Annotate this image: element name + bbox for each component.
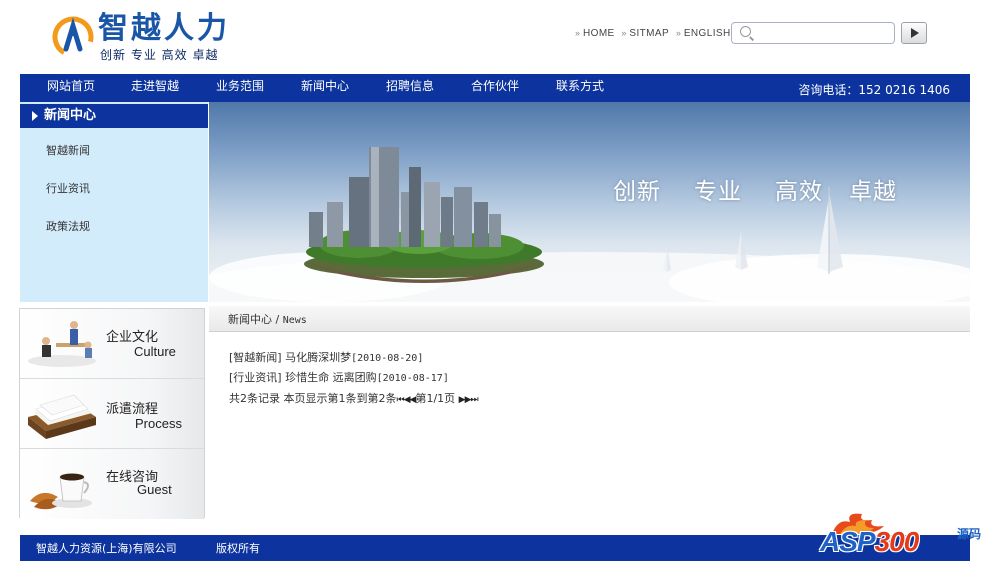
- sidebar-subnav: 新闻中心 智越新闻 行业资讯 政策法规: [20, 102, 208, 302]
- main-nav: 网站首页 走进智越 业务范围 新闻中心 招聘信息 合作伙伴 联系方式 咨询电话：…: [20, 74, 970, 102]
- pager-page-info: 第1/1页: [415, 392, 456, 405]
- footer-rights: 版权所有: [216, 542, 260, 555]
- next-page-icon[interactable]: ▶▶: [459, 395, 472, 405]
- slogan-2: 专业: [694, 179, 742, 205]
- pagination: 共2条记录 本页显示第1条到第2条⏮◀◀第1/1页 ▶▶⏭: [229, 390, 479, 406]
- breadcrumb-separator: /: [275, 313, 280, 326]
- asp300-watermark: ASP300 源码: [820, 508, 992, 562]
- feature-culture-en: Culture: [134, 344, 176, 359]
- sidebar-item-policies[interactable]: 政策法规: [46, 218, 90, 234]
- nav-item-news[interactable]: 新闻中心: [301, 77, 349, 94]
- watermark-digits: 300: [874, 526, 920, 557]
- news-title[interactable]: 马化腾深圳梦: [285, 351, 351, 364]
- logo-tagline: 创新 专业 高效 卓越: [100, 48, 219, 62]
- breadcrumb-en: News: [282, 315, 307, 326]
- search-icon: [740, 26, 751, 37]
- meeting-icon: [28, 321, 96, 367]
- first-page-icon[interactable]: ⏮: [397, 395, 405, 405]
- feature-process-en: Process: [135, 416, 182, 431]
- breadcrumb-section[interactable]: 新闻中心: [228, 313, 272, 326]
- news-category: [智越新闻]: [229, 351, 282, 364]
- watermark-cn: 源码: [957, 527, 982, 541]
- site-logo[interactable]: 智越人力 创新 专业 高效 卓越: [52, 12, 252, 64]
- prev-page-icon[interactable]: ◀◀: [404, 395, 417, 405]
- list-item[interactable]: [行业资讯] 珍惜生命 远离团购[2010-08-17]: [229, 369, 449, 385]
- sidebar-item-industry-news[interactable]: 行业资讯: [46, 180, 90, 196]
- nav-item-contact[interactable]: 联系方式: [556, 77, 604, 94]
- watermark-text: ASP300: [820, 526, 920, 558]
- documents-tray-icon: [28, 394, 96, 439]
- news-date: [2010-08-20]: [351, 353, 424, 364]
- slogan-4: 卓越: [849, 179, 897, 205]
- slogan-3: 高效: [775, 179, 823, 205]
- nav-item-home[interactable]: 网站首页: [47, 77, 95, 94]
- english-link[interactable]: ENGLISH: [684, 28, 731, 39]
- last-page-icon[interactable]: ⏭: [471, 395, 479, 405]
- pager-summary: 共2条记录 本页显示第1条到第2条: [229, 392, 397, 405]
- search-box[interactable]: [731, 22, 895, 44]
- list-item[interactable]: [智越新闻] 马化腾深圳梦[2010-08-20]: [229, 349, 423, 365]
- feature-process[interactable]: 派遣流程 Process: [20, 379, 204, 449]
- news-title[interactable]: 珍惜生命 远离团购: [285, 371, 377, 384]
- sitemap-link[interactable]: SITMAP: [629, 28, 669, 39]
- logo-mark-icon: [52, 16, 94, 58]
- hotline-text: 咨询电话：152 0216 1406: [798, 83, 950, 97]
- news-date: [2010-08-17]: [376, 373, 449, 384]
- double-chevron-icon: »: [575, 28, 581, 38]
- logo-title: 智越人力: [98, 11, 230, 46]
- nav-item-about[interactable]: 走进智越: [131, 77, 179, 94]
- news-category: [行业资讯]: [229, 371, 282, 384]
- breadcrumb: 新闻中心 / News: [228, 311, 307, 327]
- feature-process-cn: 派遣流程: [106, 402, 159, 417]
- slogan-1: 创新: [613, 179, 661, 205]
- sidebar-title: 新闻中心: [20, 104, 208, 128]
- feature-guest[interactable]: 在线咨询 Guest: [20, 449, 204, 519]
- search-button[interactable]: [901, 22, 927, 44]
- hero-banner: 创新 专业 高效 卓越: [209, 102, 970, 302]
- top-links: » HOME » SITMAP » ENGLISH: [575, 28, 735, 39]
- breadcrumb-bar: 新闻中心 / News: [209, 306, 970, 332]
- nav-item-jobs[interactable]: 招聘信息: [386, 77, 434, 94]
- feature-guest-en: Guest: [137, 482, 172, 497]
- footer-company: 智越人力资源(上海)有限公司: [36, 542, 177, 555]
- double-chevron-icon: »: [621, 28, 627, 38]
- feature-culture-cn: 企业文化: [106, 330, 159, 345]
- home-link[interactable]: HOME: [583, 28, 615, 39]
- feature-culture[interactable]: 企业文化 Culture: [20, 309, 204, 379]
- sidebar-item-company-news[interactable]: 智越新闻: [46, 142, 90, 158]
- watermark-prefix: ASP: [820, 526, 876, 557]
- search-input[interactable]: [756, 25, 890, 41]
- feature-column: 企业文化 Culture 派遣流程 Process 在线咨询 Guest: [19, 308, 205, 519]
- double-chevron-icon: »: [675, 28, 681, 38]
- nav-item-partners[interactable]: 合作伙伴: [471, 77, 519, 94]
- coffee-cup-icon: [30, 473, 92, 510]
- nav-item-services[interactable]: 业务范围: [216, 77, 264, 94]
